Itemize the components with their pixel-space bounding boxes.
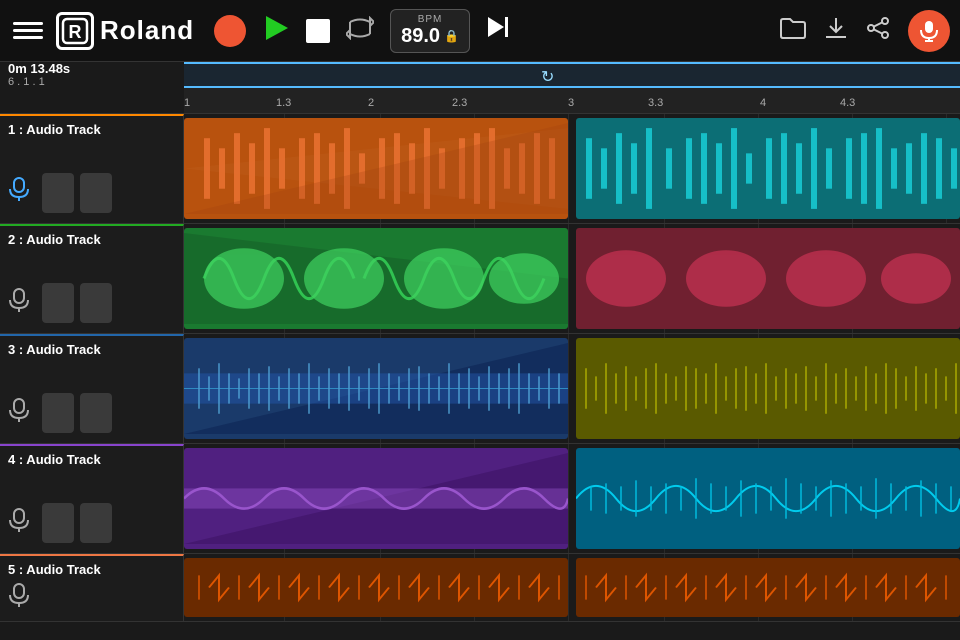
track-pad-s-4[interactable]	[80, 503, 112, 543]
track-name-3: 3 : Audio Track	[8, 342, 175, 357]
mic-button[interactable]	[908, 10, 950, 52]
tracks-container: 1 : Audio Track	[0, 114, 960, 622]
audio-block-4-left[interactable]	[184, 448, 568, 549]
next-button[interactable]	[486, 15, 510, 46]
track-pads-1	[42, 173, 112, 213]
ruler-mark-1-3: 1.3	[276, 97, 291, 109]
bpm-display[interactable]: BPM 89.0 🔒	[390, 9, 470, 53]
mic-icon-1	[8, 177, 30, 209]
loop-button[interactable]	[346, 16, 374, 46]
track-controls-1	[8, 173, 175, 217]
track-pads-3	[42, 393, 112, 433]
mic-icon-2	[8, 288, 30, 319]
bpm-number: 89.0	[401, 25, 440, 48]
track-header-2: 2 : Audio Track	[0, 224, 184, 333]
share-button[interactable]	[866, 16, 890, 46]
ruler-track: 1 1.3 2 2.3 3 3.3 4 4.3	[184, 88, 960, 114]
track-header-3: 3 : Audio Track	[0, 334, 184, 443]
audio-block-1-right[interactable]	[576, 118, 960, 219]
roland-r-icon: R	[56, 12, 94, 50]
track-name-2: 2 : Audio Track	[8, 232, 175, 247]
track-controls-5	[8, 583, 175, 618]
audio-block-5-right[interactable]	[576, 558, 960, 617]
track-pad-s-2[interactable]	[80, 283, 112, 323]
audio-block-5-left[interactable]	[184, 558, 568, 617]
right-controls	[780, 10, 950, 52]
timeline: 0m 13.48s 6 . 1 . 1 ↻ 1 1.3 2 2.3 3 3.3 …	[0, 62, 960, 114]
timeline-top: 0m 13.48s 6 . 1 . 1 ↻	[0, 62, 960, 88]
loop-region[interactable]: ↻	[184, 62, 960, 88]
track-row-5: 5 : Audio Track	[0, 554, 960, 622]
bpm-value-row: 89.0 🔒	[401, 25, 459, 48]
time-main: 0m 13.48s	[8, 61, 184, 76]
time-bars: 6 . 1 . 1	[8, 76, 184, 88]
track-pad-m-3[interactable]	[42, 393, 74, 433]
mic-icon-3	[8, 398, 30, 429]
audio-block-3-right[interactable]	[576, 338, 960, 439]
track-name-1: 1 : Audio Track	[8, 122, 175, 137]
track-pads-4	[42, 503, 112, 543]
record-button[interactable]	[214, 15, 246, 47]
track-controls-3	[8, 393, 175, 437]
track-header-4: 4 : Audio Track	[0, 444, 184, 553]
loop-region-icon: ↻	[541, 67, 554, 87]
track-pad-s-3[interactable]	[80, 393, 112, 433]
stop-button[interactable]	[306, 19, 330, 43]
ruler-mark-4: 4	[760, 97, 766, 109]
svg-text:R: R	[69, 22, 82, 42]
mic-icon-5	[8, 583, 30, 614]
ruler-mark-3-3: 3.3	[648, 97, 663, 109]
bpm-lock-icon: 🔒	[444, 29, 459, 43]
track-pad-m-4[interactable]	[42, 503, 74, 543]
track-controls-2	[8, 283, 175, 327]
time-display: 0m 13.48s 6 . 1 . 1	[0, 62, 184, 88]
track-pad-s-1[interactable]	[80, 173, 112, 213]
track-row-2: 2 : Audio Track	[0, 224, 960, 334]
roland-brand-text: Roland	[100, 15, 194, 46]
audio-block-2-left[interactable]	[184, 228, 568, 329]
hamburger-icon	[13, 22, 43, 39]
track-row-3: 3 : Audio Track	[0, 334, 960, 444]
track-content-1[interactable]	[184, 114, 960, 223]
track-row-4: 4 : Audio Track	[0, 444, 960, 554]
download-button[interactable]	[824, 16, 848, 46]
play-button[interactable]	[262, 14, 290, 47]
track-content-2[interactable]	[184, 224, 960, 333]
track-name-5: 5 : Audio Track	[8, 562, 175, 577]
menu-button[interactable]	[10, 13, 46, 49]
audio-block-4-right[interactable]	[576, 448, 960, 549]
ruler-mark-3: 3	[568, 97, 574, 109]
track-header-1: 1 : Audio Track	[0, 114, 184, 223]
track-name-4: 4 : Audio Track	[8, 452, 175, 467]
audio-block-2-right[interactable]	[576, 228, 960, 329]
app-header: R Roland BPM 89.0 🔒	[0, 0, 960, 62]
track-pad-m-2[interactable]	[42, 283, 74, 323]
track-content-3[interactable]	[184, 334, 960, 443]
ruler-mark-2: 2	[368, 97, 374, 109]
timeline-ruler: 1 1.3 2 2.3 3 3.3 4 4.3	[0, 88, 960, 114]
mic-icon-4	[8, 508, 30, 539]
ruler-mark-2-3: 2.3	[452, 97, 467, 109]
track-content-5[interactable]	[184, 554, 960, 621]
audio-block-1-left[interactable]	[184, 118, 568, 219]
track-header-5: 5 : Audio Track	[0, 554, 184, 621]
track-pad-m-1[interactable]	[42, 173, 74, 213]
transport-controls: BPM 89.0 🔒	[214, 9, 510, 53]
track-content-4[interactable]	[184, 444, 960, 553]
bpm-label: BPM	[401, 14, 459, 25]
folder-button[interactable]	[780, 17, 806, 45]
track-controls-4	[8, 503, 175, 547]
track-pads-2	[42, 283, 112, 323]
track-row-1: 1 : Audio Track	[0, 114, 960, 224]
ruler-mark-1: 1	[184, 97, 190, 109]
audio-block-3-left[interactable]	[184, 338, 568, 439]
roland-logo: R Roland	[56, 12, 194, 50]
ruler-mark-4-3: 4.3	[840, 97, 855, 109]
